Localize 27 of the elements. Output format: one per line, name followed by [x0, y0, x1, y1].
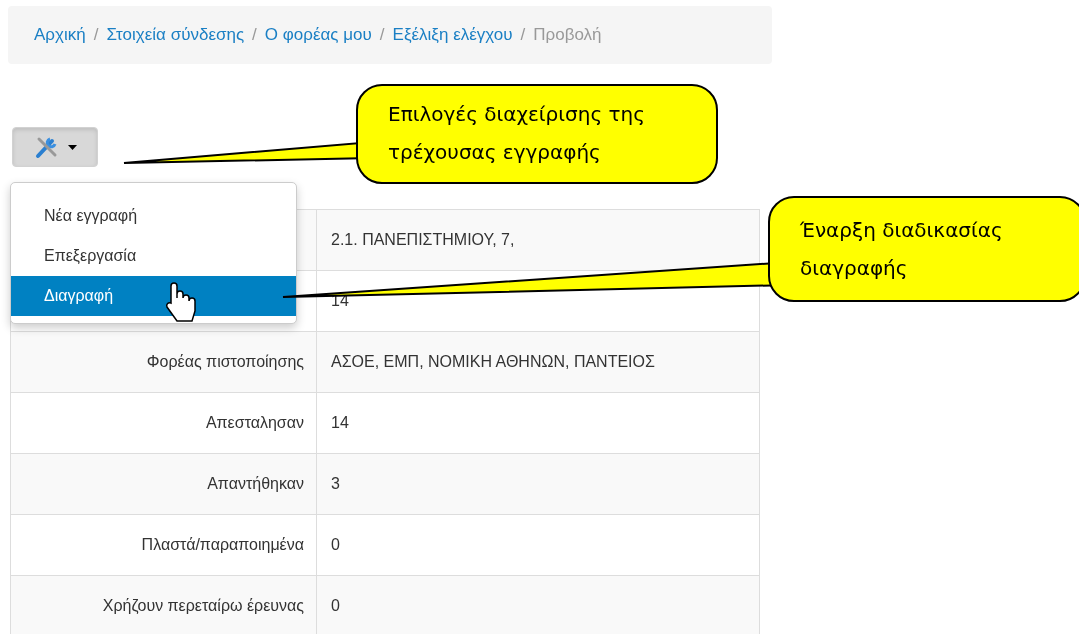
caret-icon	[67, 144, 77, 150]
breadcrumb-separator: /	[252, 25, 257, 45]
row-value: 0	[331, 597, 340, 615]
callout: Έναρξη διαδικασίας διαγραφής	[768, 196, 1079, 302]
row-value: 0	[331, 536, 340, 554]
breadcrumb-separator: /	[520, 25, 526, 45]
breadcrumb-separator: /	[93, 25, 99, 45]
row-label: Απαντήθηκαν	[207, 475, 304, 493]
menu-item[interactable]: Διαγραφή	[11, 276, 296, 316]
breadcrumb-link[interactable]: Στοιχεία σύνδεσης	[106, 25, 245, 45]
menu-item[interactable]: Επεξεργασία	[11, 236, 296, 276]
breadcrumb-link[interactable]: Εξέλιξη ελέγχου	[392, 25, 513, 45]
row-value: ΑΣΟΕ, ΕΜΠ, ΝΟΜΙΚΗ ΑΘΗΝΩΝ, ΠΑΝΤΕΙΟΣ	[331, 353, 655, 371]
row-label: Απεσταλησαν	[205, 414, 304, 432]
current-page-label: Προβολή	[533, 25, 602, 45]
tools-dropdown-button[interactable]	[12, 127, 98, 167]
callout: Επιλογές διαχείρισης της τρέχουσας εγγραφής	[356, 84, 718, 184]
row-label: Φορέας πιστοποίησης	[146, 353, 304, 371]
row-value: 14	[331, 414, 349, 432]
row-label: Χρήζουν περεταίρω έρευνας	[102, 597, 304, 615]
row-value: 3	[331, 475, 340, 493]
breadcrumb-separator: /	[379, 25, 385, 45]
row-label: Πλαστά/παραποιημένα	[141, 536, 304, 554]
breadcrumb-link[interactable]: Αρχική	[34, 25, 86, 45]
row-value: 2.1. ΠΑΝΕΠΙΣΤΗΜΙΟΥ, 7,	[331, 231, 515, 249]
menu-item[interactable]: Νέα εγγραφή	[11, 196, 296, 236]
breadcrumb-link[interactable]: Ο φορέας μου	[264, 25, 372, 45]
